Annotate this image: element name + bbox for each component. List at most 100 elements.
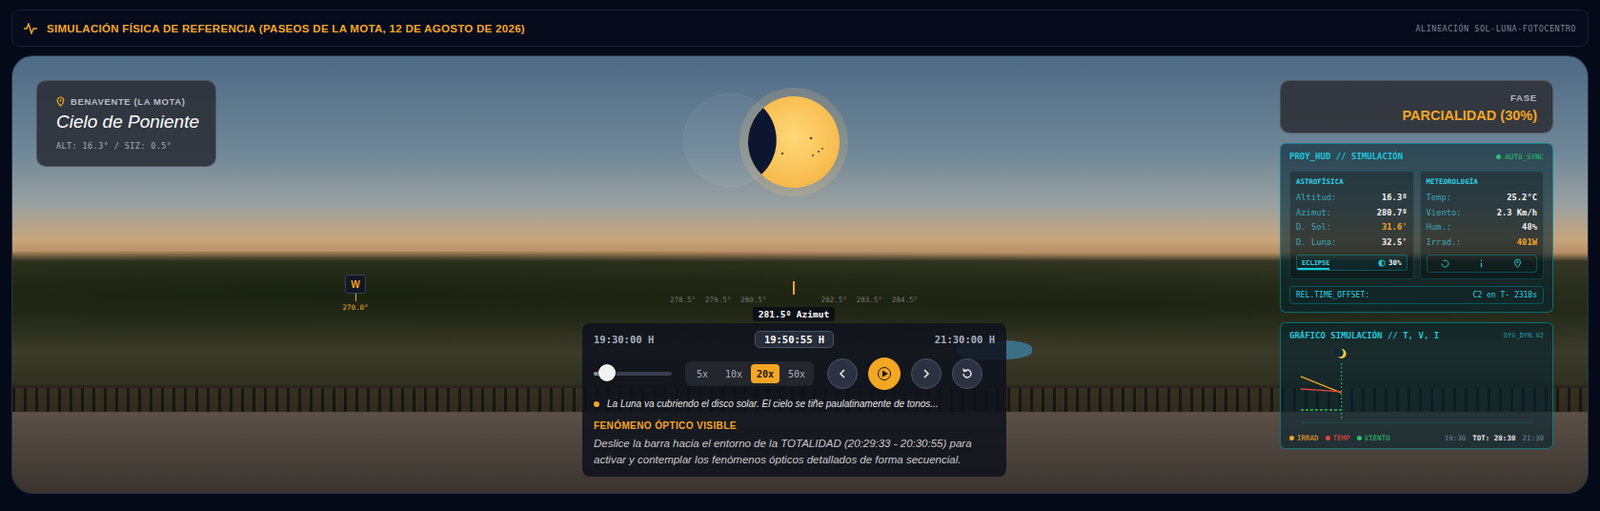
azimuth-tick: 284.5°: [891, 295, 918, 304]
azimuth-marker: [792, 281, 795, 295]
timeline-thumb[interactable]: [598, 364, 616, 382]
time-row: 19:30:00 H19:50:55 H21:30:00 H: [593, 330, 995, 348]
location-place: BENAVENTE (LA MOTA): [56, 96, 203, 107]
azimuth-ticks: 278.5°279.5°280.5°282.5°283.5°284.5°: [669, 295, 918, 304]
control-panel: 19:30:00 H19:50:55 H21:30:00 H5x10x20x50…: [582, 323, 1007, 477]
legend-label: IRRAD: [1296, 433, 1319, 443]
speed-button[interactable]: 5x: [688, 364, 717, 384]
compass-degrees: 270.0°: [342, 303, 368, 312]
azimuth-tick: 279.5°: [705, 295, 731, 304]
notice-title: FENÓMENO ÓPTICO VISIBLE: [593, 420, 995, 431]
playback-controls: [827, 357, 983, 390]
legend-item: TEMP: [1325, 433, 1351, 443]
prev-button[interactable]: [827, 358, 858, 389]
eclipse-view: [669, 75, 861, 209]
moon-icon-part: [1335, 348, 1344, 358]
data-row: Azimut:280.7º: [1296, 205, 1408, 222]
compass-label: W: [344, 274, 366, 294]
moon-icon: [1335, 348, 1347, 360]
row-label: Irrad.:: [1426, 235, 1462, 251]
info-part: [1480, 263, 1482, 268]
azimuth-tick: 280.5°: [740, 295, 767, 304]
time-offset: REL.TIME_OFFSET:C2 en T- 2318s: [1289, 285, 1544, 304]
astro-title: ASTROFÍSICA: [1296, 177, 1408, 186]
timeline-slider[interactable]: [593, 371, 672, 376]
hud-grid: ASTROFÍSICA Altitud: 16.3ºAzimut:280.7ºD. …: [1289, 170, 1544, 280]
phase-label: FASE: [1296, 92, 1538, 103]
sync-label: AUTO_SYNC: [1504, 152, 1544, 162]
legend-label: VIENTO: [1364, 433, 1391, 443]
row-label: Altitud:: [1296, 190, 1337, 206]
legend-item: IRRAD: [1289, 433, 1319, 443]
row-label: Viento:: [1426, 205, 1462, 222]
play-button[interactable]: [868, 357, 901, 390]
speed-label: 5x: [696, 368, 709, 380]
legend-dot: [1325, 435, 1331, 441]
speed-label: 50x: [788, 368, 806, 380]
chart-title: GRÁFICO SIMULACIÓN // T, V, I: [1289, 330, 1439, 341]
chevron-right-part: [924, 369, 929, 378]
info-icon: [1476, 258, 1487, 269]
sunspot: [821, 147, 824, 150]
location-icon: [1512, 258, 1523, 269]
chevron-left-icon: [836, 367, 849, 380]
chart-series: [1300, 388, 1342, 392]
right-column: FASEPARCIALIDAD (30%)PROY_HUD // SIMULAC…: [1279, 80, 1554, 449]
azimuth-tick: 278.5°: [669, 295, 696, 304]
chart-legend: IRRAD TEMP VIENTO: [1289, 433, 1391, 443]
eclipse-label: ECLIPSE: [1301, 259, 1331, 267]
pin-icon: [56, 96, 65, 107]
row-value: 25.2°C: [1506, 190, 1538, 206]
half-moon-part: [1378, 259, 1382, 265]
pulse-icon: [23, 22, 38, 35]
data-row: D. Sol:31.6': [1296, 220, 1408, 236]
row-label: Azimut:: [1296, 205, 1332, 222]
pin-part: [57, 97, 64, 106]
speed-label: 10x: [725, 368, 743, 380]
eclipse-value-wrap: 30%: [1377, 258, 1402, 267]
chart-footer: IRRADTEMPVIENTO19:30TOT: 20:3021:30: [1289, 433, 1544, 443]
hud-panel: PROY_HUD // SIMULACIÓN AUTO_SYNC ASTROFÍSI…: [1279, 142, 1554, 313]
legend-dot: [1289, 435, 1295, 441]
chart-plot: [1289, 340, 1545, 428]
sunspot: [817, 150, 820, 153]
location-part: [1517, 261, 1519, 264]
row-value: 32.5': [1381, 235, 1407, 251]
data-row: Viento:2.3 Km/h: [1426, 205, 1539, 222]
chart-tick: TOT: 20:30: [1472, 433, 1516, 443]
sunspot: [781, 152, 784, 155]
refresh-part: [1441, 260, 1449, 267]
reset-icon: [960, 366, 974, 381]
azimuth-tick: 283.5°: [856, 295, 883, 304]
sunspot: [811, 154, 814, 157]
location-card: BENAVENTE (LA MOTA)Cielo de PonienteALT:…: [36, 80, 217, 167]
speed-button[interactable]: 10x: [719, 364, 749, 384]
row-label: Hum.:: [1426, 220, 1452, 236]
header-bar: SIMULACIÓN FÍSICA DE REFERENCIA (PASEOS …: [11, 9, 1589, 47]
location-name: BENAVENTE (LA MOTA): [70, 96, 185, 107]
location-meta: ALT: 16.3° / SIZ: 0.5°: [56, 141, 203, 151]
astro-panel: ASTROFÍSICA Altitud: 16.3ºAzimut:280.7ºD. …: [1289, 170, 1415, 280]
offset-value: C2 en T- 2318s: [1473, 290, 1538, 300]
reset-button[interactable]: [951, 358, 983, 389]
eclipse-fill: [1296, 267, 1330, 270]
compass-marker: W 270.0°: [336, 274, 375, 312]
end-time: 21:30:00 H: [934, 333, 995, 345]
play-icon: [877, 366, 892, 381]
hud-title: PROY_HUD // SIMULACIÓN: [1289, 151, 1403, 162]
pin-part: [59, 99, 61, 102]
data-row: Irrad.:401W: [1426, 235, 1539, 251]
row-value: 16.3º: [1381, 190, 1407, 206]
next-button[interactable]: [911, 358, 942, 389]
row-label: D. Sol:: [1296, 220, 1332, 236]
chevron-right-icon: [920, 367, 932, 380]
header-title: SIMULACIÓN FÍSICA DE REFERENCIA (PASEOS …: [46, 22, 526, 35]
speed-button[interactable]: 20x: [750, 364, 780, 384]
current-time: 19:50:55 H: [754, 330, 834, 348]
azimuth-tooltip: 281.5º Azimut: [752, 306, 835, 322]
pulse-part: [23, 23, 38, 34]
meteo-icons: [1426, 254, 1539, 273]
half-moon-part: [1378, 259, 1385, 265]
hud-header: PROY_HUD // SIMULACIÓN AUTO_SYNC: [1289, 151, 1544, 162]
speed-button[interactable]: 50x: [782, 364, 811, 384]
